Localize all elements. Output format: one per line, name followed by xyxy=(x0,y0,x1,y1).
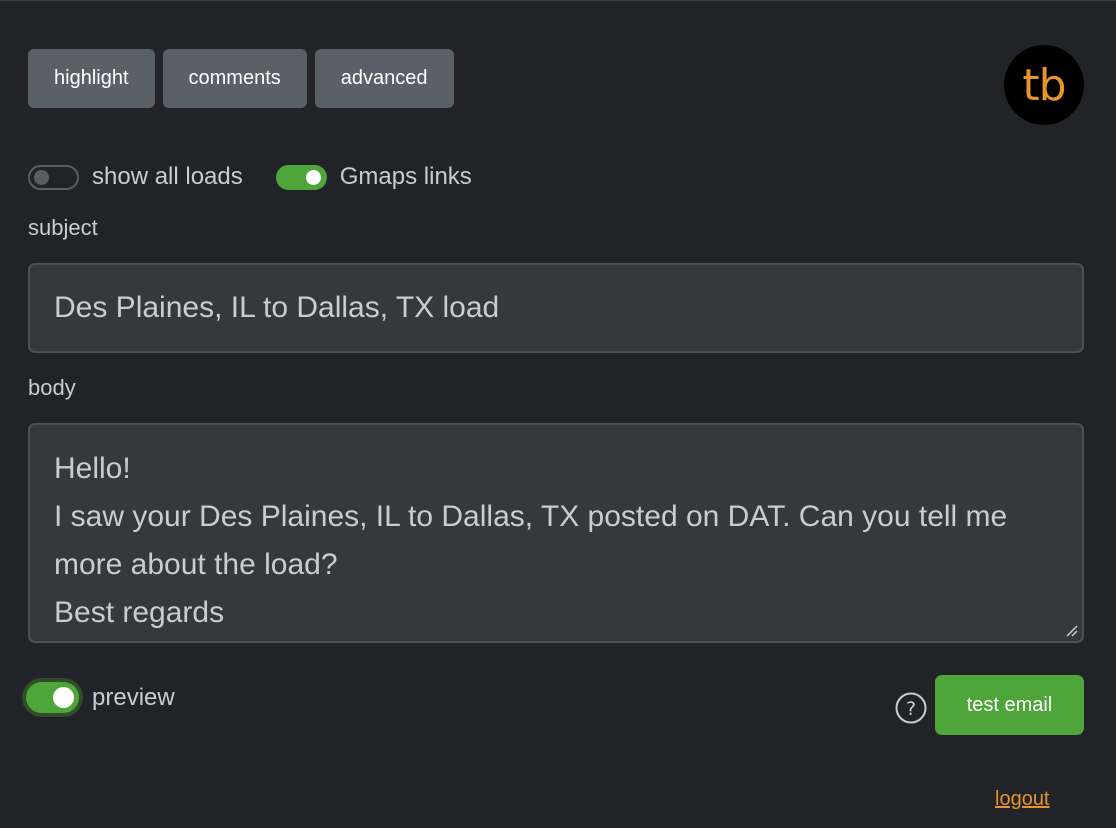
test-email-button[interactable]: test email xyxy=(935,675,1084,735)
gmaps-links-toggle[interactable] xyxy=(275,164,327,190)
gmaps-links-label: Gmaps links xyxy=(339,163,472,190)
tab-advanced[interactable]: advanced xyxy=(314,49,454,108)
extension-panel: highlight comments advanced tb show all … xyxy=(0,0,1116,828)
preview-row: preview xyxy=(22,678,175,717)
show-all-loads-label: show all loads xyxy=(92,163,243,190)
question-circle-icon[interactable]: ? xyxy=(895,692,927,724)
tab-bar: highlight comments advanced xyxy=(28,49,454,108)
body-textarea[interactable]: Hello! I saw your Des Plaines, IL to Dal… xyxy=(28,423,1084,643)
svg-text:?: ? xyxy=(906,698,916,720)
resize-handle-icon[interactable] xyxy=(1064,623,1078,637)
show-all-loads-toggle[interactable] xyxy=(28,164,79,190)
toggle-row: show all loads Gmaps links xyxy=(28,161,472,193)
tab-highlight[interactable]: highlight xyxy=(28,49,155,108)
subject-label: subject xyxy=(28,215,98,240)
preview-toggle[interactable] xyxy=(22,678,83,717)
toggle-knob xyxy=(34,169,49,185)
body-text: Hello! I saw your Des Plaines, IL to Dal… xyxy=(54,452,1008,629)
tb-logo: tb xyxy=(1004,45,1084,125)
body-label: body xyxy=(28,375,76,400)
preview-label: preview xyxy=(92,683,175,711)
tab-comments[interactable]: comments xyxy=(162,49,307,108)
subject-input[interactable]: Des Plaines, IL to Dallas, TX load xyxy=(28,263,1084,353)
toggle-knob xyxy=(305,169,321,185)
logout-link[interactable]: logout xyxy=(995,788,1050,811)
toggle-knob xyxy=(53,687,74,708)
